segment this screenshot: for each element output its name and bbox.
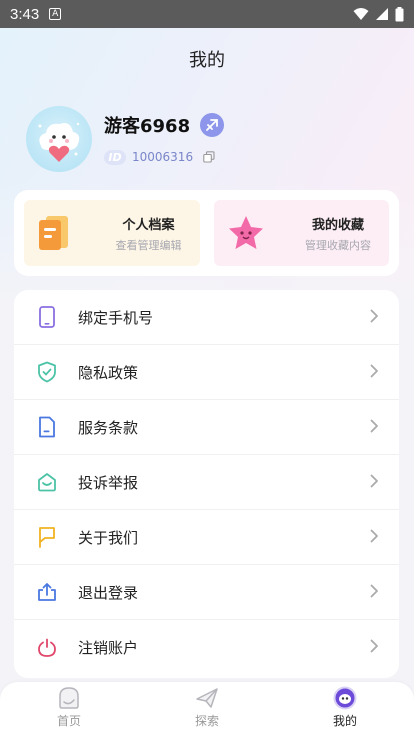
status-time: 3:43	[10, 5, 40, 23]
page-title: 我的	[189, 50, 225, 71]
tab-mine[interactable]: 我的	[276, 682, 414, 736]
tab-label: 探索	[194, 714, 219, 728]
home-icon	[59, 687, 79, 709]
chevron-right-icon	[370, 363, 379, 382]
menu-label: 投诉举报	[78, 473, 139, 492]
menu-label: 注销账户	[78, 639, 139, 657]
complaint-icon	[36, 470, 58, 494]
tab-label: 我的	[332, 714, 357, 728]
profile-card[interactable]: 个人档案 查看管理编辑	[24, 200, 200, 266]
upload-icon	[36, 580, 58, 604]
menu-item-complaint-report[interactable]: 投诉举报	[14, 455, 399, 510]
menu-label: 关于我们	[78, 528, 139, 547]
chevron-right-icon	[370, 583, 379, 602]
tab-label: 首页	[56, 714, 81, 728]
flag-icon	[36, 525, 58, 549]
bottom-tab-bar: 首页 探索 我的	[0, 682, 414, 736]
user-info: 游客6968 ID 10006316	[104, 112, 225, 167]
notification-a-icon: A	[49, 8, 62, 20]
name-row: 游客6968	[104, 112, 225, 138]
copy-icon[interactable]	[203, 148, 215, 167]
chevron-right-icon	[370, 418, 379, 437]
menu-item-bind-phone[interactable]: 绑定手机号	[14, 290, 399, 345]
chevron-right-icon	[370, 308, 379, 327]
tab-home[interactable]: 首页	[0, 682, 138, 736]
menu-label: 退出登录	[78, 583, 139, 602]
mine-icon	[333, 686, 357, 710]
status-bar: 3:43 A	[0, 0, 414, 28]
menu-item-privacy-policy[interactable]: 隐私政策	[14, 345, 399, 400]
chevron-right-icon	[370, 638, 379, 657]
chevron-right-icon	[370, 528, 379, 547]
menu-item-logout[interactable]: 退出登录	[14, 565, 399, 620]
profile-card-text: 个人档案 查看管理编辑	[116, 214, 182, 253]
status-icons	[353, 6, 404, 22]
document-icon	[36, 415, 58, 439]
id-badge: ID	[104, 149, 126, 165]
profile-card-subtitle: 查看管理编辑	[115, 238, 182, 252]
menu-label: 绑定手机号	[78, 308, 154, 327]
quick-cards: 个人档案 查看管理编辑 我的收藏 管理收藏内容	[14, 190, 399, 276]
favorites-card-text: 我的收藏 管理收藏内容	[305, 214, 371, 253]
user-id: 10006316	[132, 150, 194, 164]
favorites-card-subtitle: 管理收藏内容	[305, 238, 371, 252]
menu-item-terms-of-service[interactable]: 服务条款	[14, 400, 399, 455]
profile-card-title: 个人档案	[122, 217, 175, 233]
cloud-heart-avatar-icon	[38, 122, 80, 162]
power-icon	[36, 636, 58, 660]
star-icon	[228, 216, 263, 249]
signal-icon	[376, 8, 388, 20]
chevron-right-icon	[370, 473, 379, 492]
settings-menu: 绑定手机号 隐私政策 服务条款 投诉举报 关于我们 退出登录 注销账户	[14, 290, 399, 678]
id-row: ID 10006316	[104, 148, 224, 167]
sagittarius-icon	[200, 112, 225, 137]
username: 游客6968	[104, 115, 191, 137]
phone-icon	[36, 305, 58, 329]
menu-label: 服务条款	[78, 418, 139, 437]
favorites-card[interactable]: 我的收藏 管理收藏内容	[213, 200, 389, 266]
folder-icon	[39, 216, 68, 250]
menu-label: 隐私政策	[78, 363, 139, 382]
favorites-card-title: 我的收藏	[311, 217, 364, 233]
menu-item-about-us[interactable]: 关于我们	[14, 510, 399, 565]
shield-check-icon	[36, 360, 58, 384]
tab-explore[interactable]: 探索	[138, 682, 276, 736]
battery-icon	[395, 6, 404, 21]
avatar[interactable]	[26, 106, 92, 172]
menu-item-delete-account[interactable]: 注销账户	[14, 620, 399, 675]
user-profile[interactable]: 游客6968 ID 10006316	[26, 106, 225, 172]
plane-icon	[196, 688, 218, 708]
wifi-icon	[353, 8, 369, 20]
